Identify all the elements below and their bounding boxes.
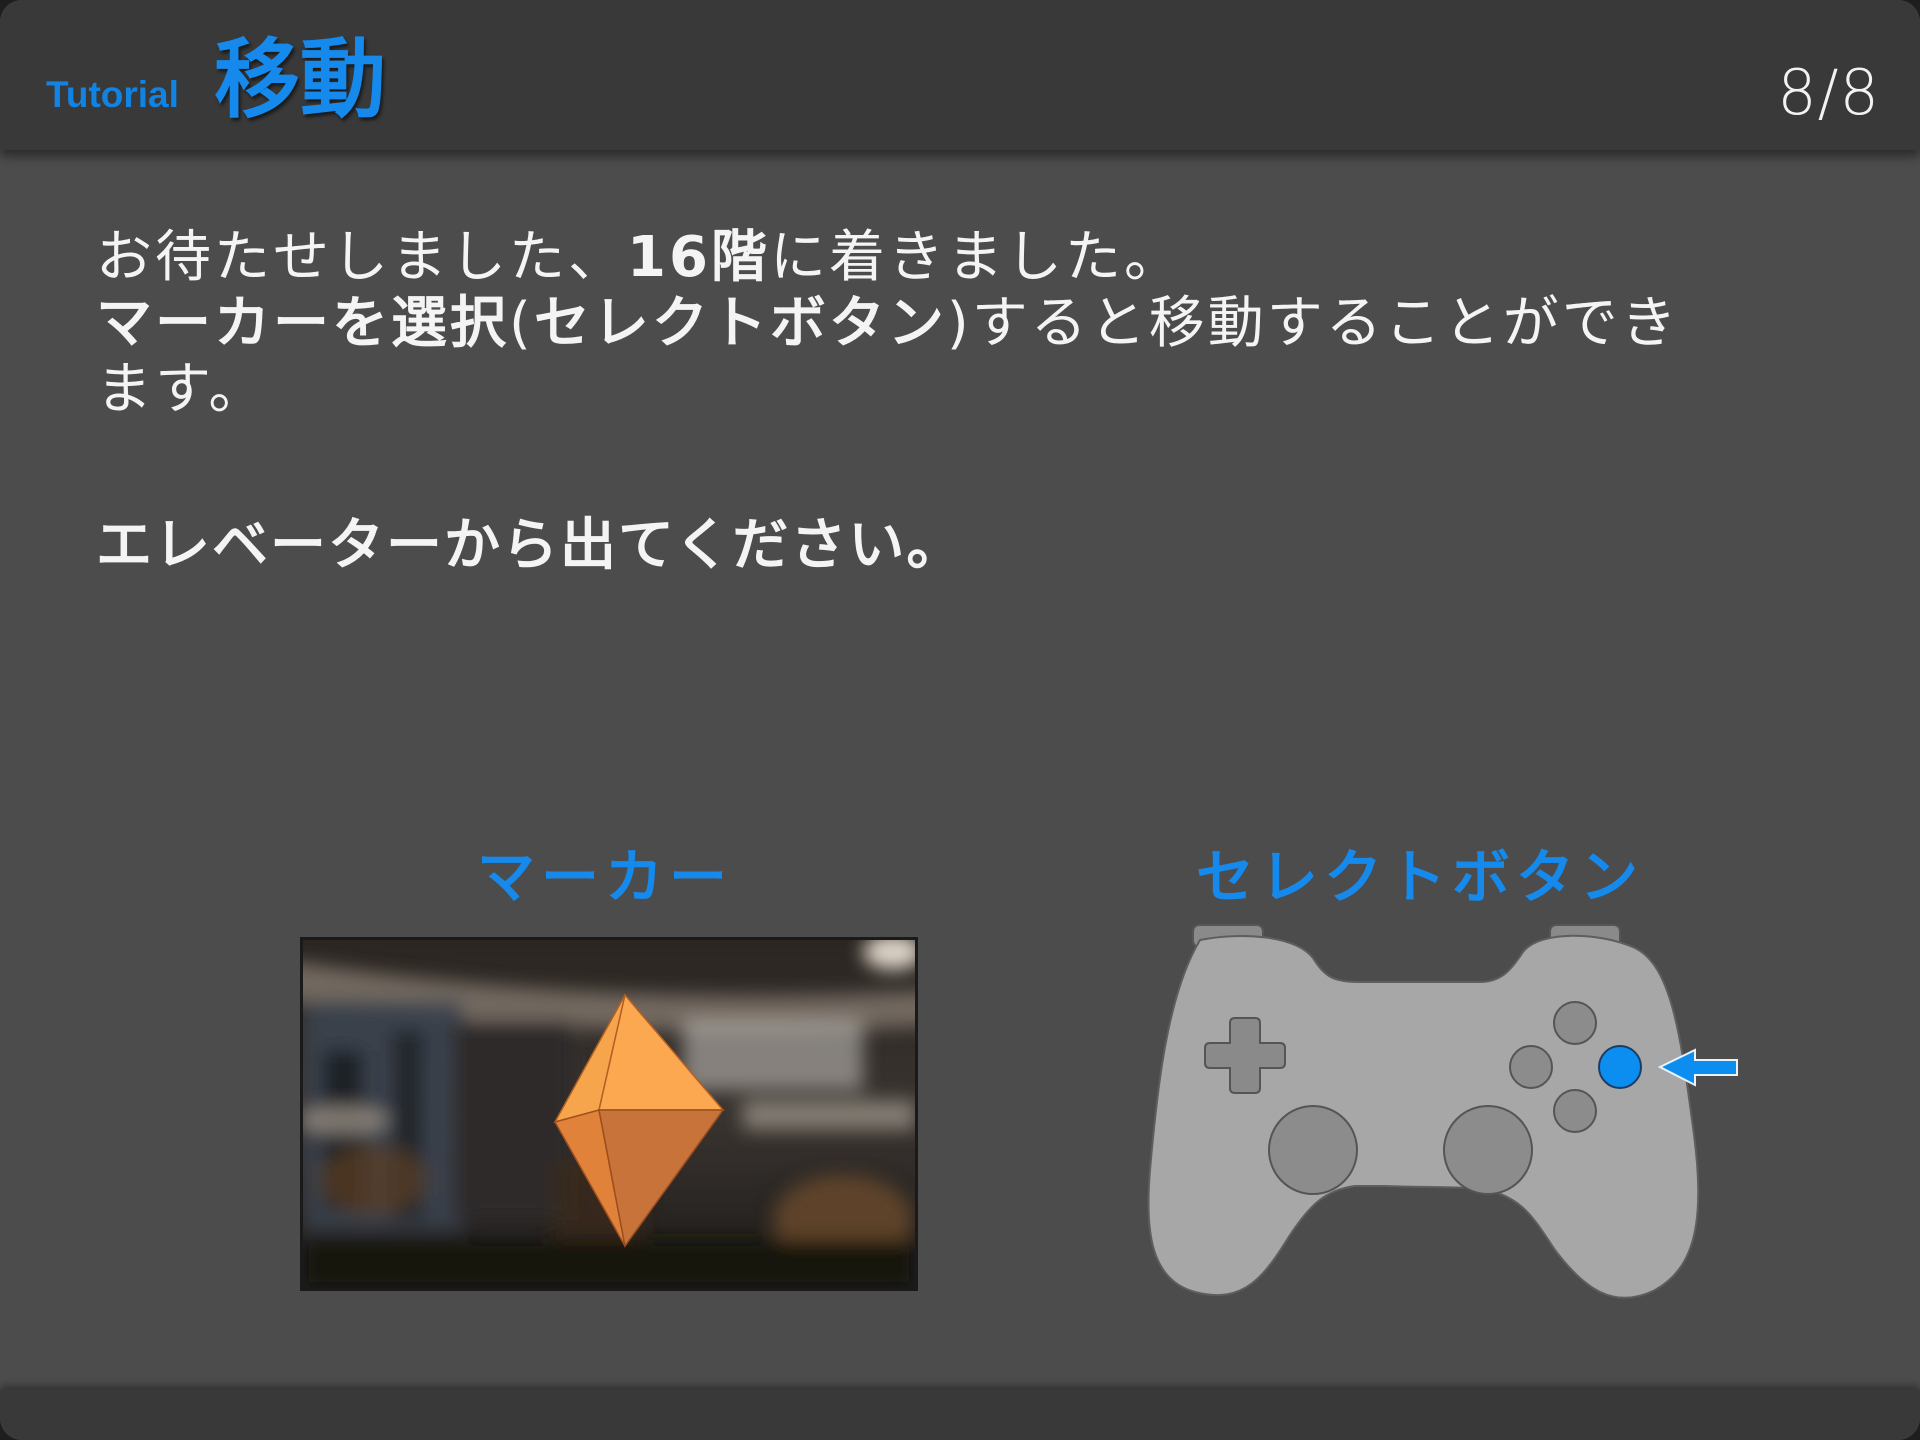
message-text: すると移動することができ [971, 291, 1680, 356]
paren-open: ( [509, 291, 534, 356]
page-title: 移動 [214, 30, 386, 130]
gamepad-icon [1147, 924, 1738, 1299]
marker-image [300, 937, 918, 1291]
face-button-top [1553, 1001, 1597, 1045]
select-button-caption: セレクトボタン [1195, 843, 1644, 911]
left-stick [1268, 1105, 1358, 1195]
message-line-1: お待たせしました、16階に着きました。 [96, 225, 1836, 291]
floor-number: 16階 [627, 225, 770, 290]
select-button-highlight [1598, 1045, 1642, 1089]
tutorial-message: お待たせしました、16階に着きました。 マーカーを選択(セレクトボタン)すると移… [96, 225, 1836, 423]
footer-bar [0, 1390, 1920, 1440]
paren-close: ) [946, 291, 972, 356]
message-line-2: マーカーを選択(セレクトボタン)すると移動することができ [96, 291, 1836, 357]
tutorial-label: Tutorial [46, 74, 179, 115]
select-button-text: セレクトボタン [533, 291, 947, 356]
face-button-bottom [1553, 1089, 1597, 1133]
message-text: お待たせしました、 [96, 225, 627, 290]
marker-caption: マーカー [476, 843, 733, 911]
page-counter: 8/8 [1777, 56, 1880, 129]
message-text: に着きました。 [769, 225, 1183, 290]
gamepad-illustration [1095, 920, 1755, 1300]
right-stick [1443, 1105, 1533, 1195]
header-bar: Tutorial 移動 8/8 [0, 0, 1920, 150]
marker-scene [303, 940, 915, 1288]
face-button-left [1509, 1045, 1553, 1089]
select-marker-text: マーカーを選択 [96, 291, 509, 356]
instruction-text: エレベーターから出てください。 [96, 513, 965, 578]
tutorial-panel: Tutorial 移動 8/8 お待たせしました、16階に着きました。 マーカー… [0, 0, 1920, 1440]
message-line-3: ます。 [96, 357, 268, 422]
